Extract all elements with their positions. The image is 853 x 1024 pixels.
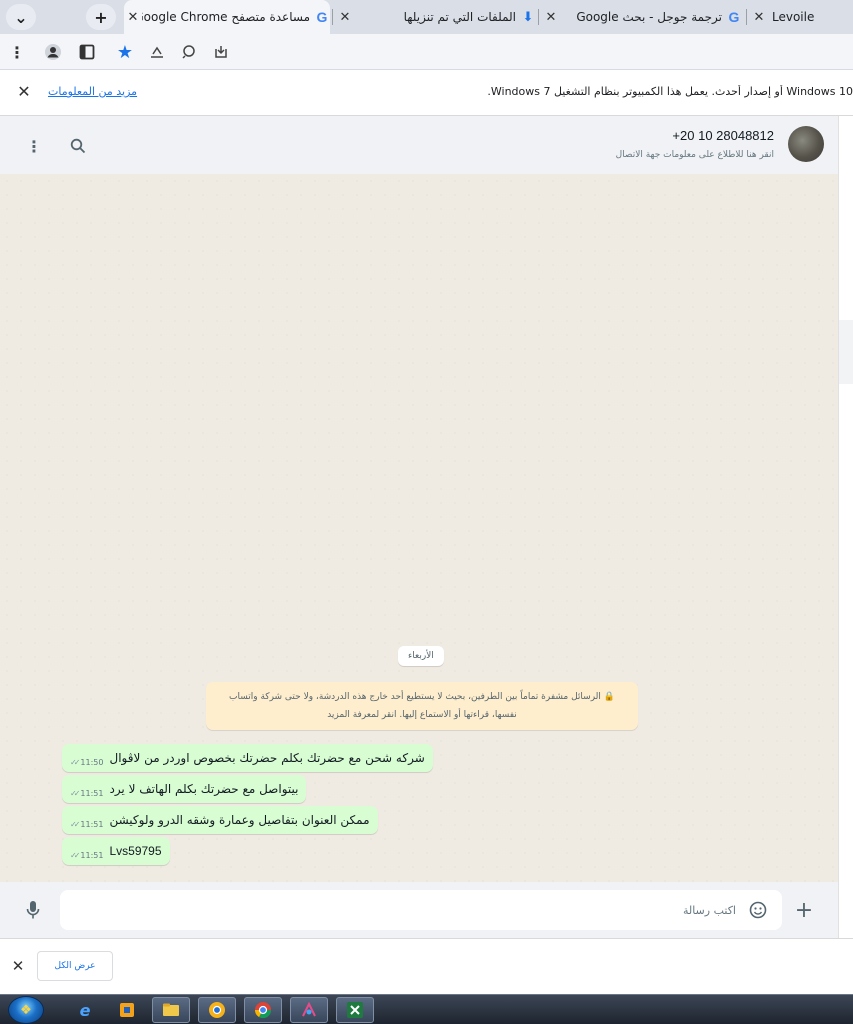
lock-icon: 🔒 <box>603 692 615 702</box>
close-tab-icon[interactable]: ✕ <box>542 10 560 25</box>
message-list[interactable]: الأربعاء 🔒 الرسائل مشفرة تماماً بين الطر… <box>0 174 838 882</box>
download-icon: ⬇ <box>522 9 534 25</box>
close-tab-icon[interactable]: ✕ <box>124 10 142 25</box>
show-all-button[interactable]: عرض الكل <box>37 951 113 981</box>
page-right-edge <box>838 116 853 938</box>
emoji-sticker-icon[interactable] <box>748 900 768 920</box>
chat-header[interactable]: ⋮ +20 10 28048812 انقر هنا للاطلاع على م… <box>0 116 838 174</box>
chrome-canary-icon[interactable] <box>198 997 236 1023</box>
close-icon[interactable]: ✕ <box>14 82 34 102</box>
message-text: شركه شحن مع حضرتك بكلم حضرتك بخصوص اوردر… <box>109 751 425 765</box>
infobar-message: Windows 10 أو إصدار أحدث. يعمل هذا الكمب… <box>487 85 853 98</box>
windows-logo-icon: ❖ <box>20 1002 32 1018</box>
message-bubble[interactable]: Lvs59795 ✓✓ 11:51 <box>62 837 170 865</box>
ie-icon[interactable]: e <box>66 997 104 1023</box>
plus-icon: + <box>94 7 108 27</box>
contact-info-hint: انقر هنا للاطلاع على معلومات جهة الاتصال <box>615 150 774 160</box>
message-bubble[interactable]: ممكن العنوان بتفاصيل وعمارة وشقه الدرو و… <box>62 806 378 834</box>
encryption-notice-text: الرسائل مشفرة تماماً بين الطرفين، بحيث ل… <box>229 692 601 720</box>
message-time: 11:51 <box>80 850 104 860</box>
new-tab-button[interactable]: + <box>86 4 116 30</box>
message-meta: ✓✓ 11:51 <box>70 789 103 798</box>
read-ticks-icon: ✓✓ <box>70 788 81 798</box>
contact-name[interactable]: +20 10 28048812 <box>672 128 774 143</box>
message-meta: ✓✓ 11:51 <box>70 820 103 829</box>
tab-title: ترجمة جوجل - بحث Google <box>576 10 722 24</box>
app-icon[interactable] <box>290 997 328 1023</box>
message-meta: ✓✓ 11:51 <box>70 851 103 860</box>
tab-divider <box>538 9 539 25</box>
read-ticks-icon: ✓✓ <box>70 757 81 767</box>
more-menu-icon[interactable]: ⋮ <box>6 41 28 63</box>
bookmark-star-icon[interactable]: ★ <box>114 41 136 63</box>
tab-levoile[interactable]: ✕ Levoile <box>750 0 853 34</box>
tab-chrome-help[interactable]: ✕ مساعدة متصفح Google Chrome G <box>124 0 330 34</box>
microphone-icon[interactable] <box>22 898 44 922</box>
chat-menu-icon[interactable]: ⋮ <box>22 134 46 158</box>
compose-bar: + <box>0 882 838 938</box>
tab-divider <box>332 9 333 25</box>
browser-tab-strip: ⌄ + ✕ مساعدة متصفح Google Chrome G ✕ الم… <box>0 0 853 34</box>
close-icon[interactable]: ✕ <box>8 957 28 977</box>
chrome-icon[interactable] <box>244 997 282 1023</box>
chevron-down-icon: ⌄ <box>14 7 28 27</box>
chat-panel: ⋮ +20 10 28048812 انقر هنا للاطلاع على م… <box>0 116 838 938</box>
browser-toolbar: ⋮ ★ <box>0 34 853 70</box>
message-time: 11:51 <box>80 788 104 798</box>
unsupported-os-infobar: ✕ مزيد من المعلومات Windows 10 أو إصدار … <box>0 70 853 116</box>
message-text: بيتواصل مع حضرتك بكلم الهاتف لا يرد <box>109 782 299 796</box>
google-icon: G <box>316 9 328 25</box>
message-text: ممكن العنوان بتفاصيل وعمارة وشقه الدرو و… <box>109 813 370 827</box>
message-bubble[interactable]: بيتواصل مع حضرتك بكلم الهاتف لا يرد ✓✓ 1… <box>62 775 307 803</box>
encryption-notice[interactable]: 🔒 الرسائل مشفرة تماماً بين الطرفين، بحيث… <box>206 682 638 730</box>
tab-title: الملفات التي تم تنزيلها <box>403 10 516 24</box>
google-icon: G <box>728 9 740 25</box>
start-button[interactable]: ❖ <box>8 996 44 1024</box>
tab-title: مساعدة متصفح Google Chrome <box>142 10 310 24</box>
close-tab-icon[interactable]: ✕ <box>336 10 354 25</box>
message-input[interactable] <box>60 890 782 930</box>
search-icon[interactable] <box>66 134 90 158</box>
install-app-icon[interactable] <box>210 41 232 63</box>
windows-taskbar: ❖ e <box>0 994 853 1024</box>
read-ticks-icon: ✓✓ <box>70 819 81 829</box>
side-panel-icon[interactable] <box>76 41 98 63</box>
share-icon[interactable] <box>146 41 168 63</box>
media-icon[interactable] <box>108 997 146 1023</box>
avatar[interactable] <box>788 126 824 162</box>
excel-icon[interactable] <box>336 997 374 1023</box>
message-time: 11:50 <box>80 757 104 767</box>
tab-divider <box>746 9 747 25</box>
tab-search-button[interactable]: ⌄ <box>6 4 36 30</box>
read-ticks-icon: ✓✓ <box>70 850 81 860</box>
tab-title: Levoile <box>772 10 815 24</box>
learn-more-link[interactable]: مزيد من المعلومات <box>48 85 137 98</box>
date-separator: الأربعاء <box>398 646 444 666</box>
message-time: 11:51 <box>80 819 104 829</box>
attach-plus-icon[interactable]: + <box>792 898 816 923</box>
tab-google-search[interactable]: ✕ ترجمة جوجل - بحث Google G <box>542 0 742 34</box>
message-text: Lvs59795 <box>109 844 162 858</box>
message-meta: ✓✓ 11:50 <box>70 758 103 767</box>
close-tab-icon[interactable]: ✕ <box>750 10 768 25</box>
tab-downloads[interactable]: ✕ الملفات التي تم تنزيلها ⬇ <box>336 0 536 34</box>
explorer-icon[interactable] <box>152 997 190 1023</box>
scroll-segment <box>839 320 853 384</box>
downloads-bar: ✕ عرض الكل <box>0 938 853 994</box>
zoom-icon[interactable] <box>178 41 200 63</box>
message-bubble[interactable]: شركه شحن مع حضرتك بكلم حضرتك بخصوص اوردر… <box>62 744 433 772</box>
profile-icon[interactable] <box>42 41 64 63</box>
